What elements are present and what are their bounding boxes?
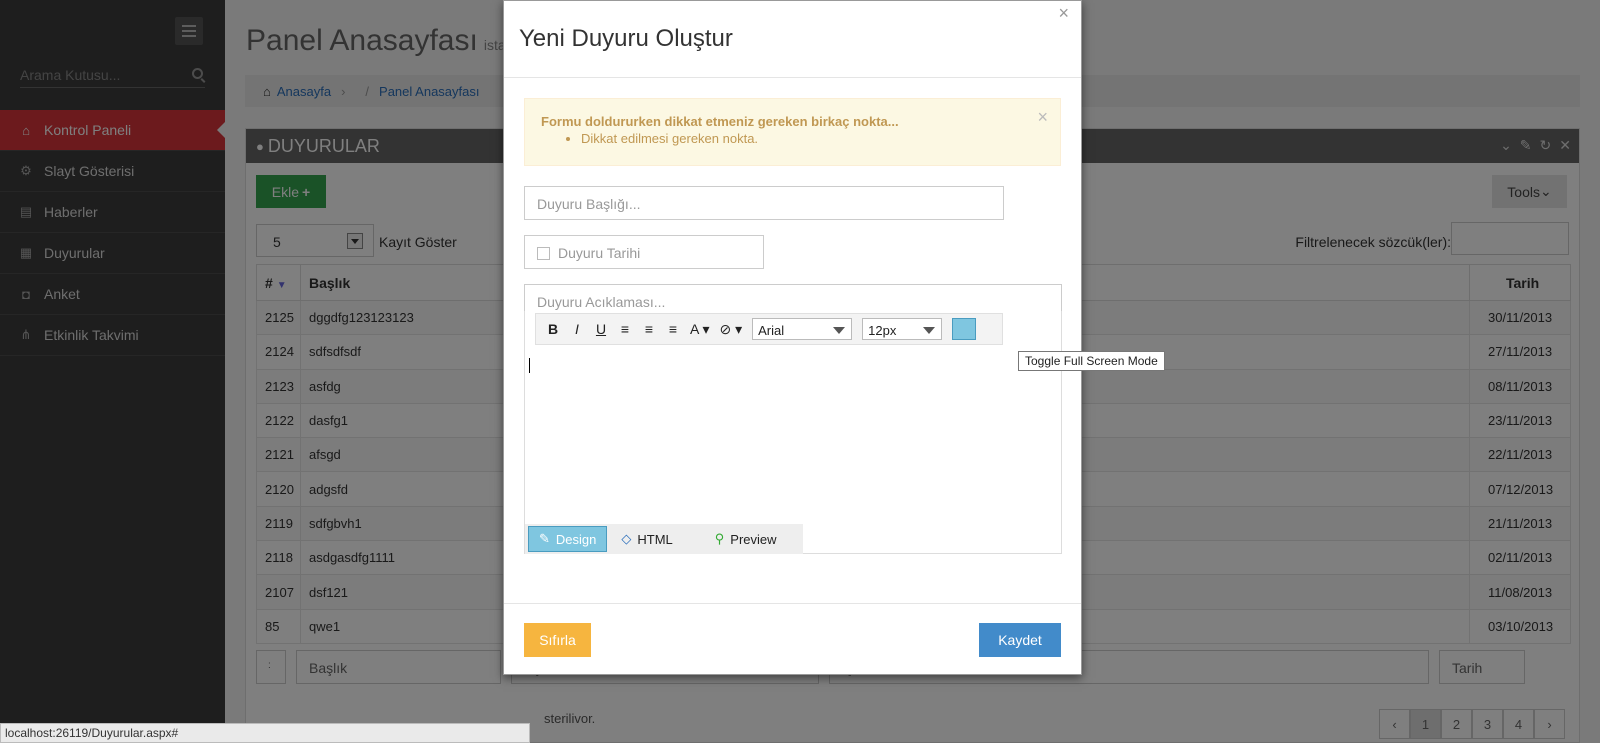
date-input[interactable]: Duyuru Tarihi <box>524 235 764 269</box>
highlight-button[interactable]: ⊘ ▾ <box>719 321 742 338</box>
divider <box>504 603 1081 604</box>
align-left-button[interactable]: ≡ <box>618 321 632 337</box>
font-color-button[interactable]: A ▾ <box>690 321 709 338</box>
magnifier-icon: ⚲ <box>714 531 725 546</box>
code-icon: ◇ <box>621 531 632 546</box>
editor-toolbar: B I U ≡ ≡ ≡ A ▾ ⊘ ▾ Arial 12px <box>535 313 1003 345</box>
tab-html[interactable]: ◇ HTML <box>611 526 682 552</box>
save-button[interactable]: Kaydet <box>979 623 1061 657</box>
italic-button[interactable]: I <box>570 321 584 337</box>
create-announcement-modal: × Yeni Duyuru Oluştur Formu doldururken … <box>503 0 1165 675</box>
tab-preview[interactable]: ⚲ Preview <box>705 526 787 552</box>
pencil-icon: ✎ <box>539 531 550 546</box>
tab-design[interactable]: ✎ Design <box>528 526 608 552</box>
bold-button[interactable]: B <box>546 321 560 337</box>
alert-title: Formu doldururken dikkat etmeniz gereken… <box>541 114 899 129</box>
alert-item: Dikkat edilmesi gereken nokta. <box>581 131 1044 146</box>
align-center-button[interactable]: ≡ <box>642 321 656 337</box>
alert-close-icon[interactable]: × <box>1037 107 1048 128</box>
align-right-button[interactable]: ≡ <box>666 321 680 337</box>
reset-button[interactable]: Sıfırla <box>524 623 591 657</box>
browser-status-bar: localhost:26119/Duyurular.aspx# <box>0 723 530 743</box>
fullscreen-tooltip: Toggle Full Screen Mode <box>1018 351 1165 371</box>
modal-close-icon[interactable]: × <box>1058 3 1069 24</box>
text-caret <box>529 358 530 373</box>
font-family-select[interactable]: Arial <box>752 318 853 340</box>
rich-text-editor: B I U ≡ ≡ ≡ A ▾ ⊘ ▾ Arial 12px Toggle Fu… <box>524 311 1165 554</box>
calendar-icon <box>537 247 550 260</box>
font-size-select[interactable]: 12px <box>862 318 943 340</box>
underline-button[interactable]: U <box>594 321 608 337</box>
title-input[interactable]: Duyuru Başlığı... <box>524 186 1004 220</box>
fullscreen-toggle-button[interactable] <box>952 318 977 340</box>
warning-alert: Formu doldururken dikkat etmeniz gereken… <box>524 98 1061 166</box>
modal-title: Yeni Duyuru Oluştur <box>519 25 733 52</box>
editor-mode-tabs: ✎ Design ◇ HTML ⚲ Preview <box>525 524 803 554</box>
divider <box>504 77 1081 78</box>
